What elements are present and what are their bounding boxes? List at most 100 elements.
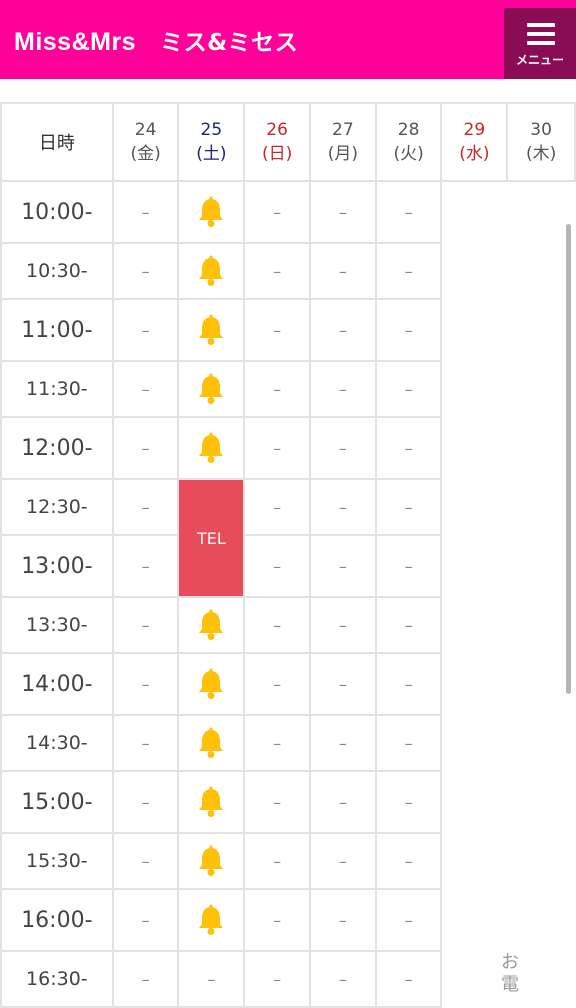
day-date: 30: [530, 120, 552, 140]
unavailable-slot: –: [111, 770, 180, 834]
time-label: 14:30-: [0, 714, 114, 772]
bell-icon: [179, 904, 243, 936]
day-date: 24: [134, 120, 157, 140]
unavailable-slot: –: [374, 360, 443, 418]
unavailable-slot: –: [111, 534, 180, 598]
time-row: 10:00- – – – –: [0, 180, 575, 1007]
day-date: 29: [463, 120, 486, 140]
unavailable-slot: –: [374, 714, 443, 772]
unavailable-slot: –: [374, 416, 443, 480]
available-slot[interactable]: [177, 416, 246, 480]
day-date: 25: [200, 120, 223, 140]
unavailable-slot: –: [111, 242, 180, 300]
unavailable-slot: –: [111, 180, 180, 244]
unavailable-slot: –: [111, 832, 180, 890]
unavailable-slot: –: [111, 416, 180, 480]
unavailable-slot: –: [374, 478, 443, 536]
unavailable-slot: –: [111, 888, 180, 952]
bell-icon: [179, 314, 243, 346]
unavailable-slot: –: [374, 242, 443, 300]
available-slot[interactable]: [177, 832, 246, 890]
time-label: 12:00-: [0, 416, 114, 480]
unavailable-days-block: [440, 181, 575, 1007]
unavailable-slot: –: [374, 596, 443, 654]
unavailable-slot: –: [374, 888, 443, 952]
time-label: 13:00-: [0, 534, 114, 598]
unavailable-slot: –: [308, 180, 377, 244]
unavailable-slot: –: [111, 596, 180, 654]
time-label: 11:00-: [0, 298, 114, 362]
bell-icon: [179, 609, 243, 641]
unavailable-slot: –: [308, 242, 377, 300]
day-header-30: 30 (木): [506, 102, 576, 182]
unavailable-slot: –: [374, 652, 443, 716]
logo-jp: ミス&ミセス: [160, 30, 299, 56]
bell-icon: [179, 373, 243, 405]
unavailable-slot: –: [243, 832, 311, 890]
unavailable-slot: –: [308, 714, 377, 772]
unavailable-slot: –: [308, 478, 377, 536]
unavailable-slot: –: [243, 888, 311, 952]
day-header-28: 28 (火): [374, 102, 443, 182]
available-slot[interactable]: [177, 360, 246, 418]
time-label: 15:00-: [0, 770, 114, 834]
day-header-25: 25 (土): [177, 102, 246, 182]
bell-icon: [179, 786, 243, 818]
available-slot[interactable]: [177, 180, 246, 244]
unavailable-slot: –: [243, 298, 311, 362]
unavailable-slot: –: [308, 832, 377, 890]
scrollbar[interactable]: [566, 224, 571, 694]
available-slot[interactable]: [177, 714, 246, 772]
unavailable-slot: –: [308, 770, 377, 834]
day-weekday: (水): [459, 144, 490, 164]
day-header-26: 26 (日): [243, 102, 311, 182]
available-slot[interactable]: [177, 242, 246, 300]
available-slot[interactable]: [177, 888, 246, 952]
site-header: Miss&Mrs ミス&ミセス メニュー: [0, 0, 576, 79]
unavailable-slot: –: [308, 534, 377, 598]
unavailable-slot: –: [308, 596, 377, 654]
unavailable-slot: –: [308, 416, 377, 480]
unavailable-slot: –: [243, 478, 311, 536]
menu-button[interactable]: メニュー: [504, 8, 576, 79]
site-logo[interactable]: Miss&Mrs ミス&ミセス: [14, 24, 298, 60]
corner-label: 日時: [0, 102, 114, 182]
day-header-27: 27 (月): [308, 102, 377, 182]
unavailable-slot: –: [374, 298, 443, 362]
unavailable-slot: –: [111, 478, 180, 536]
unavailable-slot: –: [243, 770, 311, 834]
day-date: 26: [266, 120, 288, 140]
day-weekday: (月): [327, 144, 358, 164]
available-slot[interactable]: [177, 596, 246, 654]
unavailable-slot: –: [243, 360, 311, 418]
tel-slot[interactable]: TEL: [177, 478, 246, 598]
time-label: 10:00-: [0, 180, 114, 244]
unavailable-slot: –: [243, 950, 311, 1008]
day-header-29: 29 (水): [440, 102, 509, 182]
time-label: 10:30-: [0, 242, 114, 300]
available-slot[interactable]: [177, 770, 246, 834]
time-label: 12:30-: [0, 478, 114, 536]
available-slot[interactable]: [177, 298, 246, 362]
menu-label: メニュー: [515, 53, 564, 67]
unavailable-slot: –: [374, 180, 443, 244]
day-weekday: (火): [393, 144, 424, 164]
day-weekday: (木): [525, 144, 557, 164]
unavailable-slot: –: [308, 360, 377, 418]
time-label: 15:30-: [0, 832, 114, 890]
bell-icon: [179, 196, 243, 228]
unavailable-slot: –: [374, 770, 443, 834]
bell-icon: [179, 727, 243, 759]
day-date: 27: [332, 120, 354, 140]
unavailable-slot: –: [111, 298, 180, 362]
available-slot[interactable]: [177, 652, 246, 716]
unavailable-notice: お電: [501, 952, 519, 995]
time-label: 16:00-: [0, 888, 114, 952]
unavailable-slot: –: [243, 534, 311, 598]
day-weekday: (土): [196, 144, 227, 164]
unavailable-slot: –: [111, 714, 180, 772]
time-label: 13:30-: [0, 596, 114, 654]
unavailable-slot: –: [243, 652, 311, 716]
unavailable-slot: –: [111, 360, 180, 418]
bell-icon: [179, 845, 243, 877]
